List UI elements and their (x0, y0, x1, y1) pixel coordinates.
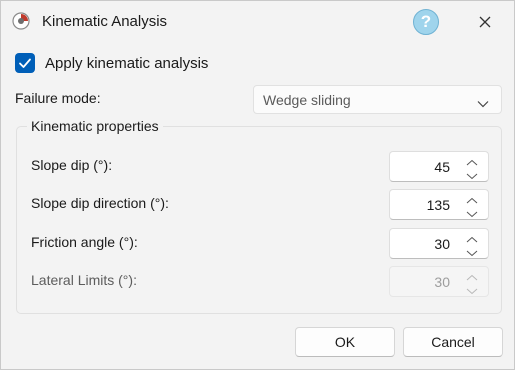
slope-dip-value[interactable]: 45 (434, 159, 450, 175)
title-bar: Kinematic Analysis ? (1, 1, 514, 43)
checkmark-icon (19, 58, 31, 68)
kinematic-analysis-dialog: Kinematic Analysis ? Apply kinematic ana… (0, 0, 515, 370)
friction-angle-spinbox[interactable]: 30 (389, 228, 489, 259)
failure-mode-select[interactable]: Wedge sliding (253, 85, 502, 114)
failure-mode-label: Failure mode: (15, 90, 101, 106)
ok-button[interactable]: OK (295, 327, 395, 357)
slope-dip-direction-spinbox[interactable]: 135 (389, 189, 489, 220)
cancel-button[interactable]: Cancel (403, 327, 503, 357)
slope-dip-direction-value[interactable]: 135 (427, 197, 450, 213)
spin-down-icon[interactable] (465, 206, 479, 218)
slope-dip-spinbox[interactable]: 45 (389, 151, 489, 182)
failure-mode-value: Wedge sliding (263, 92, 351, 108)
app-logo-icon (12, 12, 30, 30)
slope-dip-label: Slope dip (°): (31, 157, 113, 173)
apply-kinematic-checkbox[interactable] (15, 53, 35, 73)
slope-dip-direction-label: Slope dip direction (°): (31, 195, 169, 211)
spin-up-icon (465, 270, 479, 281)
help-icon: ? (420, 12, 432, 31)
help-button[interactable]: ? (413, 9, 439, 35)
close-icon[interactable] (475, 12, 495, 32)
lateral-limits-spinbox: 30 (389, 266, 489, 297)
spin-up-icon[interactable] (465, 232, 479, 243)
spin-down-icon[interactable] (465, 245, 479, 257)
spin-up-icon[interactable] (465, 155, 479, 166)
spin-up-icon[interactable] (465, 193, 479, 204)
friction-angle-value[interactable]: 30 (434, 236, 450, 252)
chevron-down-icon (477, 95, 489, 113)
friction-angle-label: Friction angle (°): (31, 234, 138, 250)
spin-down-icon (465, 283, 479, 295)
lateral-limits-value: 30 (434, 274, 450, 290)
kinematic-properties-title: Kinematic properties (27, 118, 163, 134)
spin-down-icon[interactable] (465, 168, 479, 180)
lateral-limits-label: Lateral Limits (°): (31, 272, 137, 288)
apply-kinematic-label[interactable]: Apply kinematic analysis (45, 55, 208, 72)
window-title: Kinematic Analysis (42, 13, 168, 30)
